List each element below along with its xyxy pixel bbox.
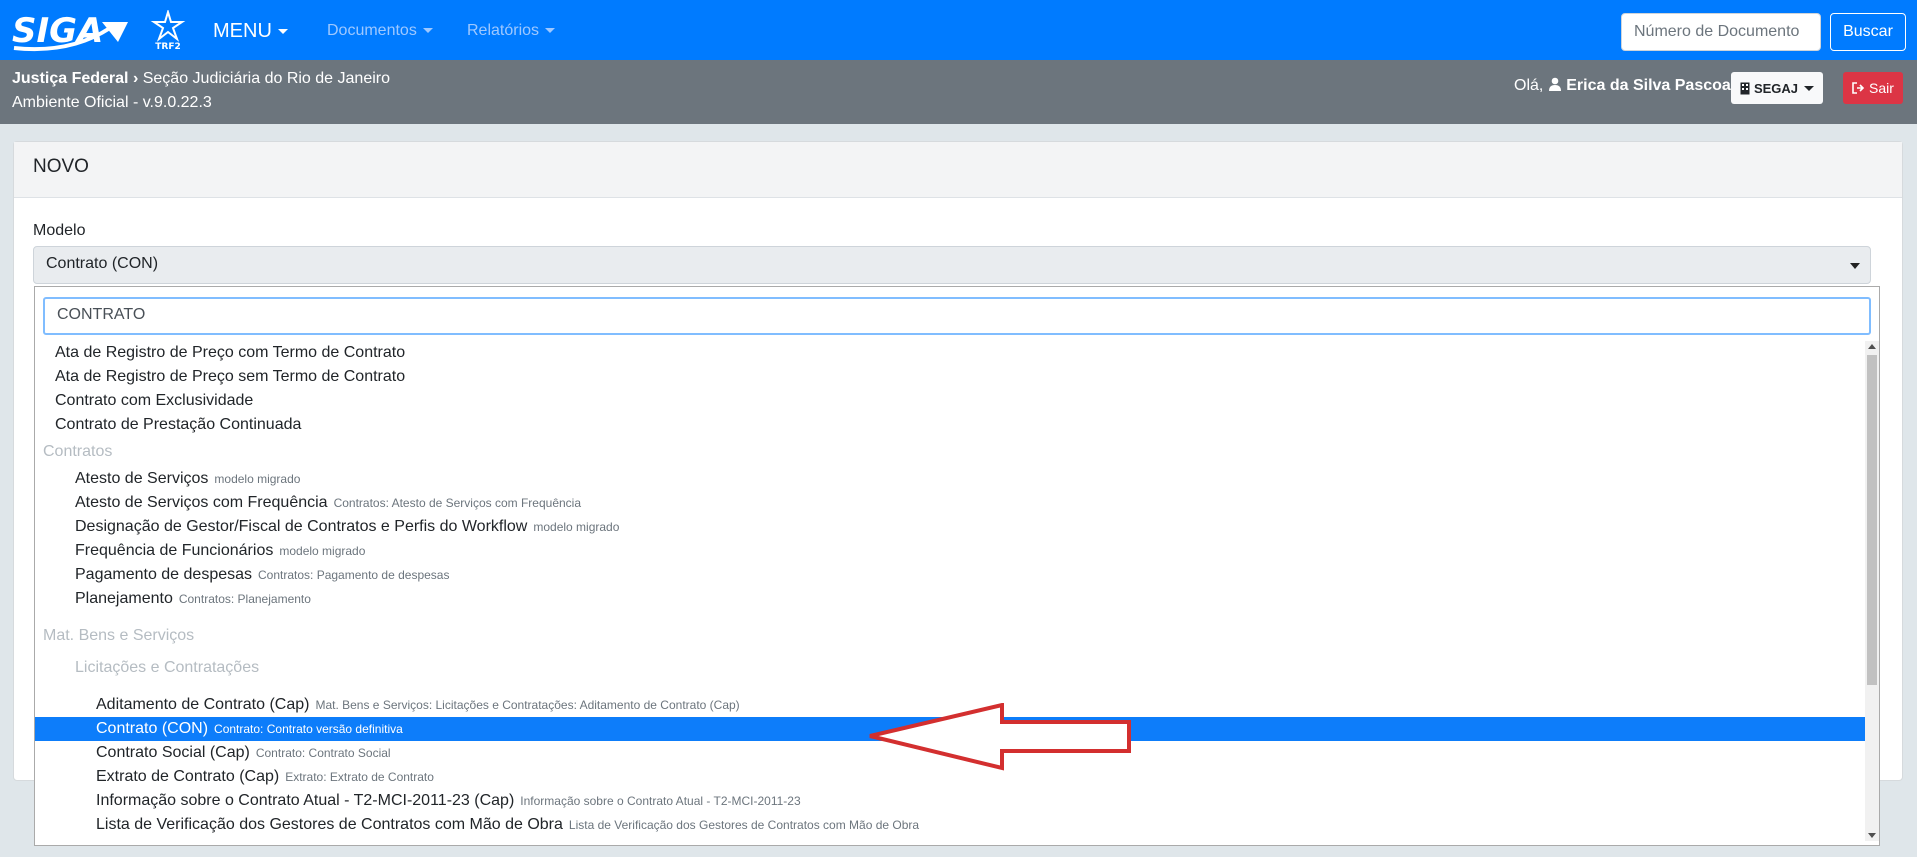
lotacao-dropdown[interactable]: SEGAJ <box>1731 72 1823 104</box>
option-label: Pagamento de despesas <box>75 566 253 583</box>
card-title: NOVO <box>33 156 89 177</box>
option-label: Ata de Registro de Preço com Termo de Co… <box>55 344 406 361</box>
relatorios-dropdown[interactable]: Relatórios <box>467 22 556 40</box>
documentos-dropdown[interactable]: Documentos <box>327 22 433 40</box>
logout-button[interactable]: Sair <box>1843 72 1903 104</box>
user-name: Erica da Silva Pascoal <box>1566 77 1736 94</box>
modelo-option[interactable]: Contrato com Exclusividade <box>35 389 1865 413</box>
option-description: Contratos: Pagamento de despesas <box>258 568 450 582</box>
annotation-arrow-icon <box>869 703 1131 771</box>
environment-version: Ambiente Oficial - v.9.0.22.3 <box>12 94 212 111</box>
breadcrumb-root[interactable]: Justiça Federal <box>12 70 129 87</box>
option-label: Mat. Bens e Serviços <box>43 627 195 644</box>
scroll-up-icon[interactable] <box>1868 344 1876 349</box>
option-description: Extrato: Extrato de Contrato <box>285 770 434 784</box>
modelo-select[interactable]: Contrato (CON) <box>33 246 1871 284</box>
option-label: Contrato de Prestação Continuada <box>55 416 302 433</box>
siga-logo[interactable]: SIGA <box>10 6 134 56</box>
sign-out-icon <box>1852 82 1865 94</box>
modelo-option[interactable]: Frequência de Funcionários modelo migrado <box>35 539 1865 563</box>
option-group-label: Contratos <box>35 440 1865 464</box>
top-navbar: SIGA TRF2 MENU Documentos Relatórios Bus… <box>0 0 1917 60</box>
modelo-option[interactable]: Pagamento de despesas Contratos: Pagament… <box>35 563 1865 587</box>
chevron-down-icon <box>1850 263 1860 269</box>
option-label: Contrato com Exclusividade <box>55 392 254 409</box>
trf2-logo: TRF2 <box>150 8 186 54</box>
building-icon <box>1740 82 1750 94</box>
trf2-label: TRF2 <box>155 42 181 52</box>
option-description: Lista de Verificação dos Gestores de Con… <box>568 818 920 832</box>
siga-logo-text: SIGA <box>12 11 103 51</box>
modelo-search-input[interactable]: CONTRATO <box>43 297 1871 335</box>
logout-label: Sair <box>1869 80 1894 96</box>
option-label: Atesto de Serviços <box>75 470 209 487</box>
option-group-label: Licitações e Contratações <box>35 656 1865 680</box>
chevron-down-icon <box>422 28 433 34</box>
option-label: Licitações e Contratações <box>75 659 260 676</box>
modelo-label: Modelo <box>33 222 86 239</box>
breadcrumb-current: Seção Judiciária do Rio de Janeiro <box>142 70 390 87</box>
option-description: modelo migrado <box>279 544 366 558</box>
modelo-option[interactable]: Atesto de Serviços modelo migrado <box>35 467 1865 491</box>
documentos-label: Documentos <box>327 22 417 39</box>
user-greeting: Olá, Erica da Silva Pascoal <box>1514 77 1735 95</box>
option-description: Mat. Bens e Serviços: Licitações e Contr… <box>315 698 740 712</box>
modelo-option[interactable]: Planejamento Contratos: Planejamento <box>35 587 1865 611</box>
option-description: modelo migrado <box>214 472 301 486</box>
search-button[interactable]: Buscar <box>1830 13 1906 51</box>
option-label: Designação de Gestor/Fiscal de Contratos… <box>75 518 528 535</box>
chevron-down-icon <box>277 29 288 35</box>
scrollbar-thumb[interactable] <box>1867 355 1877 685</box>
option-label: Aditamento de Contrato (Cap) <box>96 696 310 713</box>
modelo-option[interactable]: Ata de Registro de Preço com Termo de Co… <box>35 341 1865 365</box>
modelo-selected-value: Contrato (CON) <box>46 255 159 272</box>
card-header: NOVO <box>14 142 1902 198</box>
option-label: Atesto de Serviços com Frequência <box>75 494 328 511</box>
modelo-option[interactable]: Designação de Gestor/Fiscal de Contratos… <box>35 515 1865 539</box>
user-icon <box>1548 77 1561 91</box>
trf2-emblem-icon <box>150 8 186 42</box>
modelo-option[interactable]: Atesto de Serviços com Frequência Contrat… <box>35 491 1865 515</box>
option-group-label: Mat. Bens e Serviços <box>35 624 1865 648</box>
option-label: Informação sobre o Contrato Atual - T2-M… <box>96 792 515 809</box>
option-description: Contrato: Contrato Social <box>255 746 391 760</box>
scroll-down-icon[interactable] <box>1868 833 1876 838</box>
option-label: Contrato (CON) <box>96 720 209 737</box>
lotacao-label: SEGAJ <box>1753 80 1799 96</box>
chevron-down-icon <box>545 28 556 34</box>
option-label: Lista de Verificação dos Gestores de Con… <box>96 816 563 833</box>
chevron-down-icon <box>1804 85 1815 91</box>
option-label: Planejamento <box>75 590 173 607</box>
relatorios-label: Relatórios <box>467 22 540 39</box>
option-label: Frequência de Funcionários <box>75 542 274 559</box>
scrollbar[interactable] <box>1865 341 1879 841</box>
option-description: Contratos: Atesto de Serviços com Frequê… <box>333 496 582 510</box>
option-description: Contrato: Contrato versão definitiva <box>214 722 403 736</box>
greeting-text: Olá, <box>1514 77 1544 94</box>
option-label: Ata de Registro de Preço sem Termo de Co… <box>55 368 406 385</box>
modelo-option[interactable]: Ata de Registro de Preço sem Termo de Co… <box>35 365 1865 389</box>
menu-label: MENU <box>213 20 272 42</box>
option-description: modelo migrado <box>533 520 620 534</box>
option-description: Informação sobre o Contrato Atual - T2-M… <box>520 794 801 808</box>
modelo-option[interactable]: Contrato de Prestação Continuada <box>35 413 1865 437</box>
chevron-right-icon: › <box>132 70 139 87</box>
option-label: Contratos <box>43 443 113 460</box>
subheader: Justiça Federal › Seção Judiciária do Ri… <box>0 60 1917 124</box>
option-label: Contrato Social (Cap) <box>96 744 250 761</box>
modelo-option[interactable]: Informação sobre o Contrato Atual - T2-M… <box>35 789 1865 813</box>
breadcrumb: Justiça Federal › Seção Judiciária do Ri… <box>12 70 390 88</box>
option-description: Contratos: Planejamento <box>178 592 311 606</box>
document-number-input[interactable] <box>1621 13 1821 51</box>
menu-dropdown[interactable]: MENU <box>213 20 288 43</box>
modelo-option[interactable]: Lista de Verificação dos Gestores de Con… <box>35 813 1865 837</box>
option-label: Extrato de Contrato (Cap) <box>96 768 280 785</box>
